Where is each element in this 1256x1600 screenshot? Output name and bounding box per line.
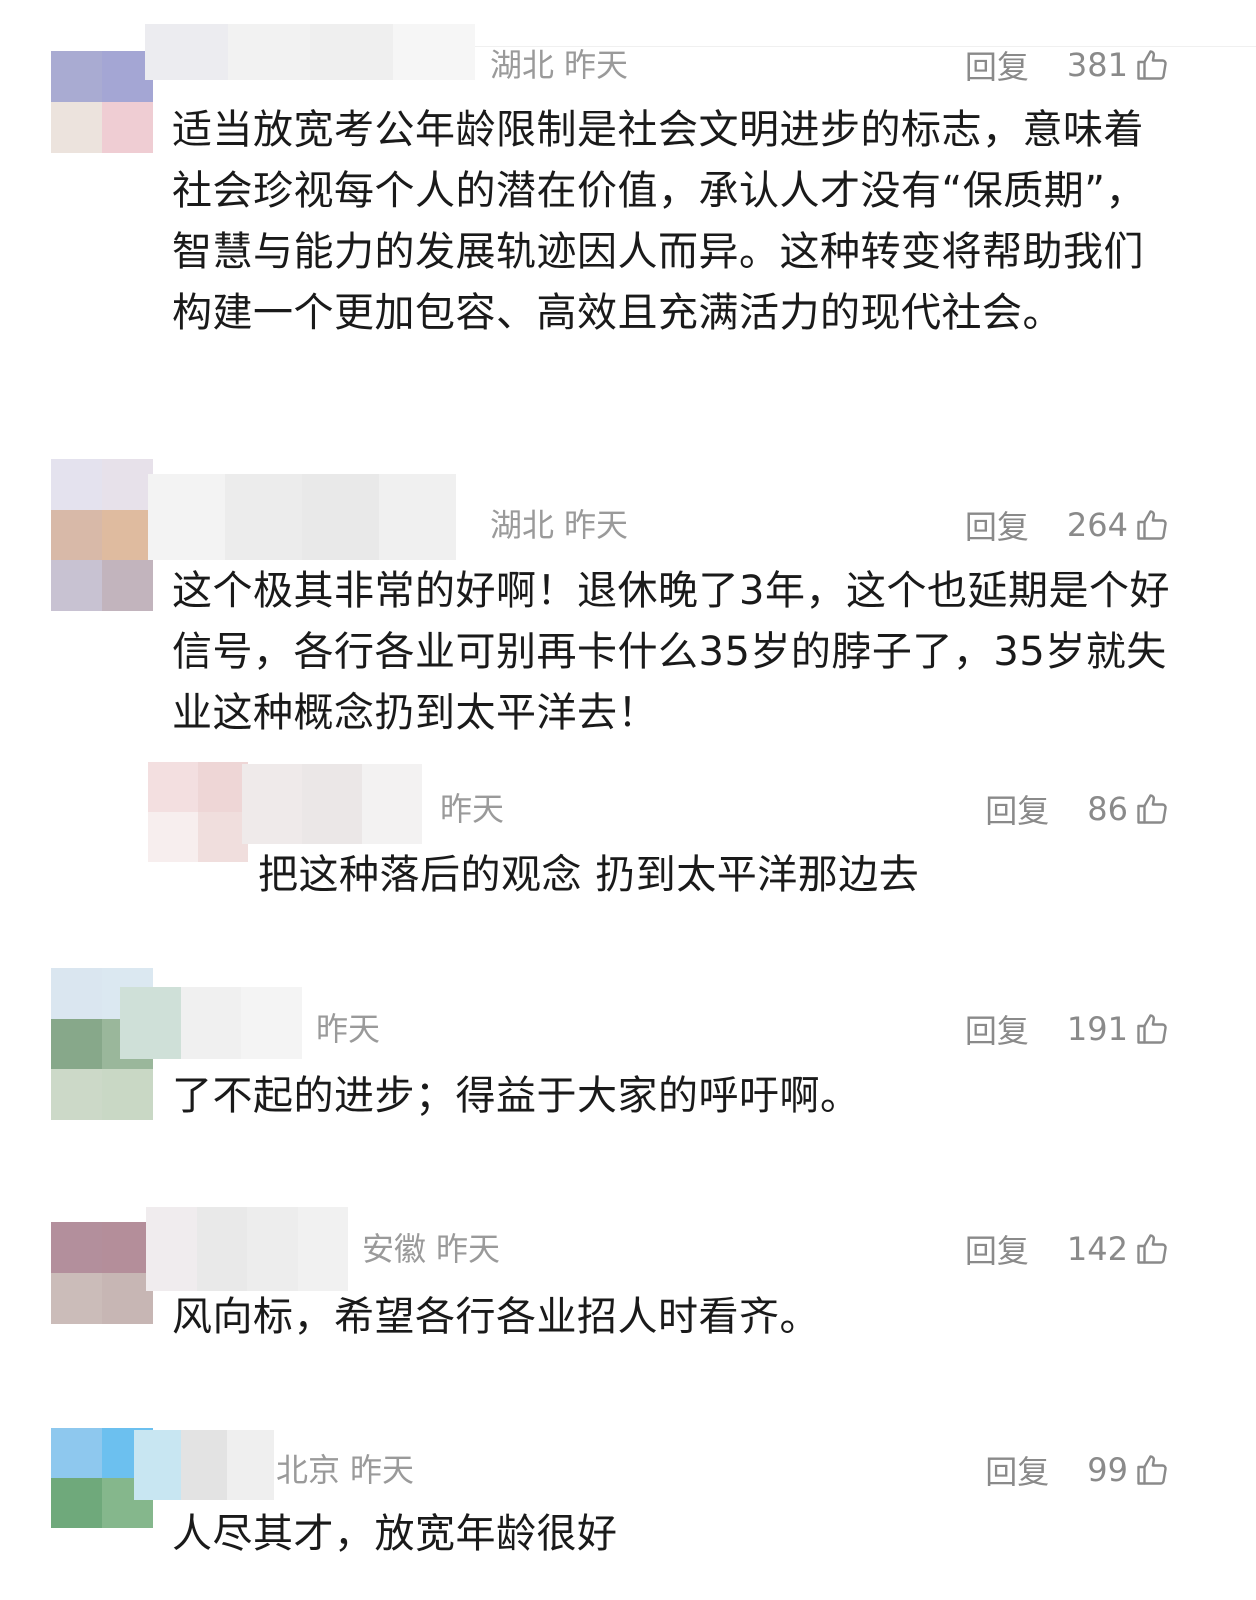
username-blurred[interactable] <box>242 764 422 844</box>
comment-text: 风向标，希望各行各业招人时看齐。 <box>172 1294 820 1340</box>
thumbs-up-icon[interactable] <box>1134 1011 1170 1047</box>
like-count: 86 <box>1087 790 1128 828</box>
timestamp: 昨天 <box>436 1230 501 1268</box>
like-count: 381 <box>1066 46 1128 84</box>
comment-actions: 回复 99 <box>985 1447 1170 1493</box>
thumbs-up-icon[interactable] <box>1134 791 1170 827</box>
reply-button[interactable]: 回复 <box>965 502 1029 548</box>
comment-meta: 湖北 昨天 <box>490 505 628 545</box>
timestamp: 昨天 <box>440 790 505 828</box>
comment-meta: 安徽 昨天 <box>362 1229 500 1269</box>
like-count: 191 <box>1066 1010 1128 1048</box>
comment-meta: 昨天 <box>440 789 504 829</box>
reply-button[interactable]: 回复 <box>985 786 1049 832</box>
comment-actions: 回复 381 <box>965 42 1170 88</box>
comment-text: 把这种落后的观念 扔到太平洋那边去 <box>258 852 920 898</box>
reply-button[interactable]: 回复 <box>965 1226 1029 1272</box>
location: 湖北 <box>490 46 555 84</box>
location: 安徽 <box>362 1230 427 1268</box>
username-blurred[interactable] <box>145 24 475 80</box>
comment-actions: 回复 191 <box>965 1006 1170 1052</box>
thumbs-up-icon[interactable] <box>1134 507 1170 543</box>
like-count: 264 <box>1066 506 1128 544</box>
reply-button[interactable]: 回复 <box>985 1447 1049 1493</box>
username-blurred[interactable] <box>148 474 456 560</box>
username-blurred[interactable] <box>146 1207 348 1291</box>
location: 湖北 <box>490 506 555 544</box>
comment-actions: 回复 264 <box>965 502 1170 548</box>
timestamp: 昨天 <box>350 1451 415 1489</box>
timestamp: 昨天 <box>564 506 629 544</box>
like-count: 99 <box>1087 1451 1128 1489</box>
thumbs-up-icon[interactable] <box>1134 1452 1170 1488</box>
username-blurred[interactable] <box>120 987 303 1059</box>
thumbs-up-icon[interactable] <box>1134 1231 1170 1267</box>
timestamp: 昨天 <box>316 1010 381 1048</box>
comment-meta: 湖北 昨天 <box>490 45 628 85</box>
avatar[interactable] <box>51 459 153 611</box>
reply-button[interactable]: 回复 <box>965 42 1029 88</box>
thumbs-up-icon[interactable] <box>1134 47 1170 83</box>
username-blurred[interactable] <box>134 1430 275 1500</box>
comment-text: 人尽其才，放宽年龄很好 <box>172 1511 618 1557</box>
timestamp: 昨天 <box>564 46 629 84</box>
comment-actions: 回复 86 <box>985 786 1170 832</box>
comment-meta: 北京 昨天 <box>276 1450 414 1490</box>
comment-text: 这个极其非常的好啊！退休晚了3年，这个也延期是个好信号，各行各业可别再卡什么35… <box>172 568 1170 736</box>
avatar[interactable] <box>51 1222 153 1324</box>
comment-meta: 昨天 <box>316 1009 380 1049</box>
avatar[interactable] <box>51 51 153 153</box>
reply-button[interactable]: 回复 <box>965 1006 1029 1052</box>
comment-text: 适当放宽考公年龄限制是社会文明进步的标志，意味着社会珍视每个人的潜在价值，承认人… <box>172 107 1146 336</box>
comment-text: 了不起的进步；得益于大家的呼吁啊。 <box>172 1073 861 1119</box>
comment-actions: 回复 142 <box>965 1226 1170 1272</box>
like-count: 142 <box>1066 1230 1128 1268</box>
avatar[interactable] <box>148 762 248 862</box>
location: 北京 <box>276 1451 341 1489</box>
